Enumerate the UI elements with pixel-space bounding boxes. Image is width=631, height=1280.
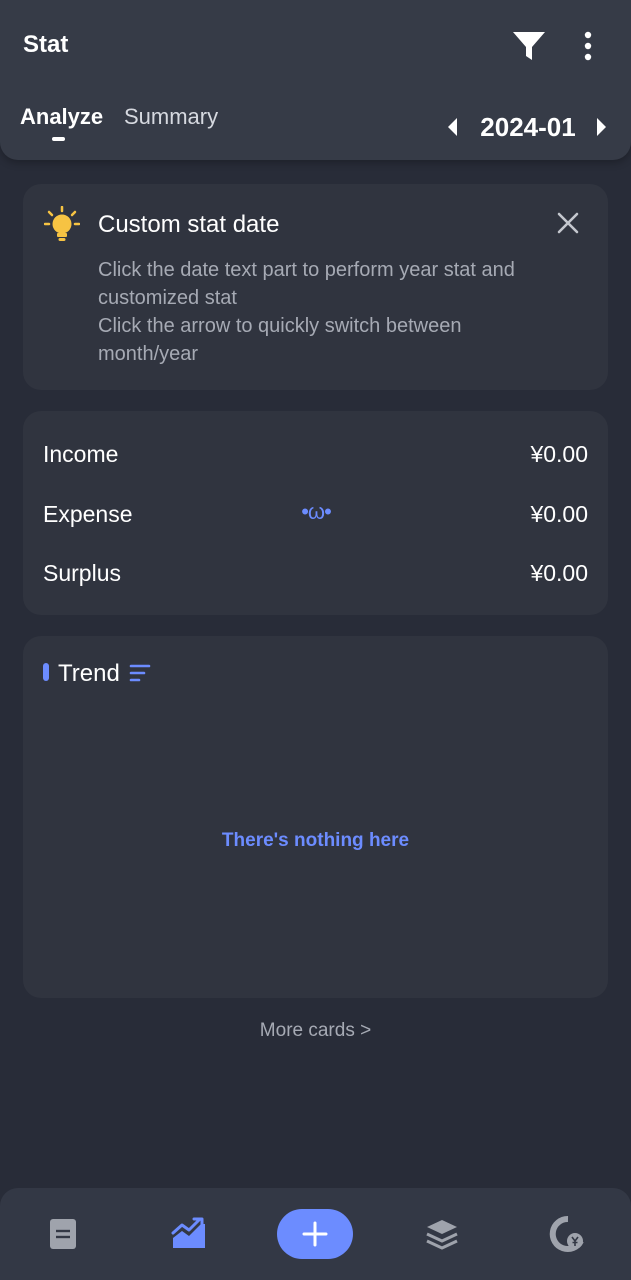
more-cards-link[interactable]: More cards > [0, 1020, 631, 1042]
income-row: Income ¥0.00 [43, 441, 588, 471]
add-icon [302, 1221, 328, 1247]
close-icon[interactable] [555, 210, 581, 236]
sort-icon[interactable] [129, 662, 151, 684]
tip-body: Click the date text part to perform year… [98, 256, 538, 368]
income-value: ¥0.00 [530, 441, 588, 467]
budget-icon[interactable] [548, 1214, 588, 1254]
tab-summary[interactable]: Summary [124, 104, 218, 130]
date-selector[interactable]: 2024-01 [470, 112, 586, 143]
surplus-label: Surplus [43, 560, 121, 586]
income-label: Income [43, 441, 119, 467]
expense-label: Expense [43, 501, 133, 527]
tip-line-2: Click the arrow to quickly switch betwee… [98, 315, 462, 365]
face-emoticon: •ω• [301, 499, 332, 524]
bills-icon[interactable] [43, 1214, 83, 1254]
add-button[interactable] [277, 1209, 353, 1259]
tip-title: Custom stat date [98, 211, 280, 238]
caret-left-icon[interactable] [444, 115, 462, 139]
expense-value: ¥0.00 [530, 501, 588, 527]
trend-card: Trend There's nothing here [23, 636, 608, 998]
caret-right-icon[interactable] [592, 115, 610, 139]
tip-line-1: Click the date text part to perform year… [98, 259, 515, 309]
active-tab-indicator [52, 137, 65, 141]
section-marker [43, 663, 49, 681]
assets-icon[interactable] [422, 1214, 462, 1254]
custom-stat-tip-card: Custom stat date Click the date text par… [23, 184, 608, 390]
more-vert-icon[interactable] [577, 29, 599, 63]
page-title: Stat [23, 31, 69, 58]
surplus-row: Surplus ¥0.00 [43, 560, 588, 590]
bulb-icon [43, 205, 81, 242]
surplus-value: ¥0.00 [530, 560, 588, 586]
stat-icon[interactable] [169, 1214, 209, 1254]
empty-state-text: There's nothing here [221, 830, 410, 851]
summary-card[interactable]: Income ¥0.00 Expense ¥0.00 •ω• Surplus ¥… [23, 411, 608, 615]
bottom-navigation [0, 1188, 631, 1280]
top-app-bar: Stat Analyze Summary 2024-01 [0, 0, 631, 160]
filter-icon[interactable] [511, 29, 547, 63]
trend-title: Trend [58, 660, 120, 687]
tab-analyze[interactable]: Analyze [20, 104, 103, 130]
